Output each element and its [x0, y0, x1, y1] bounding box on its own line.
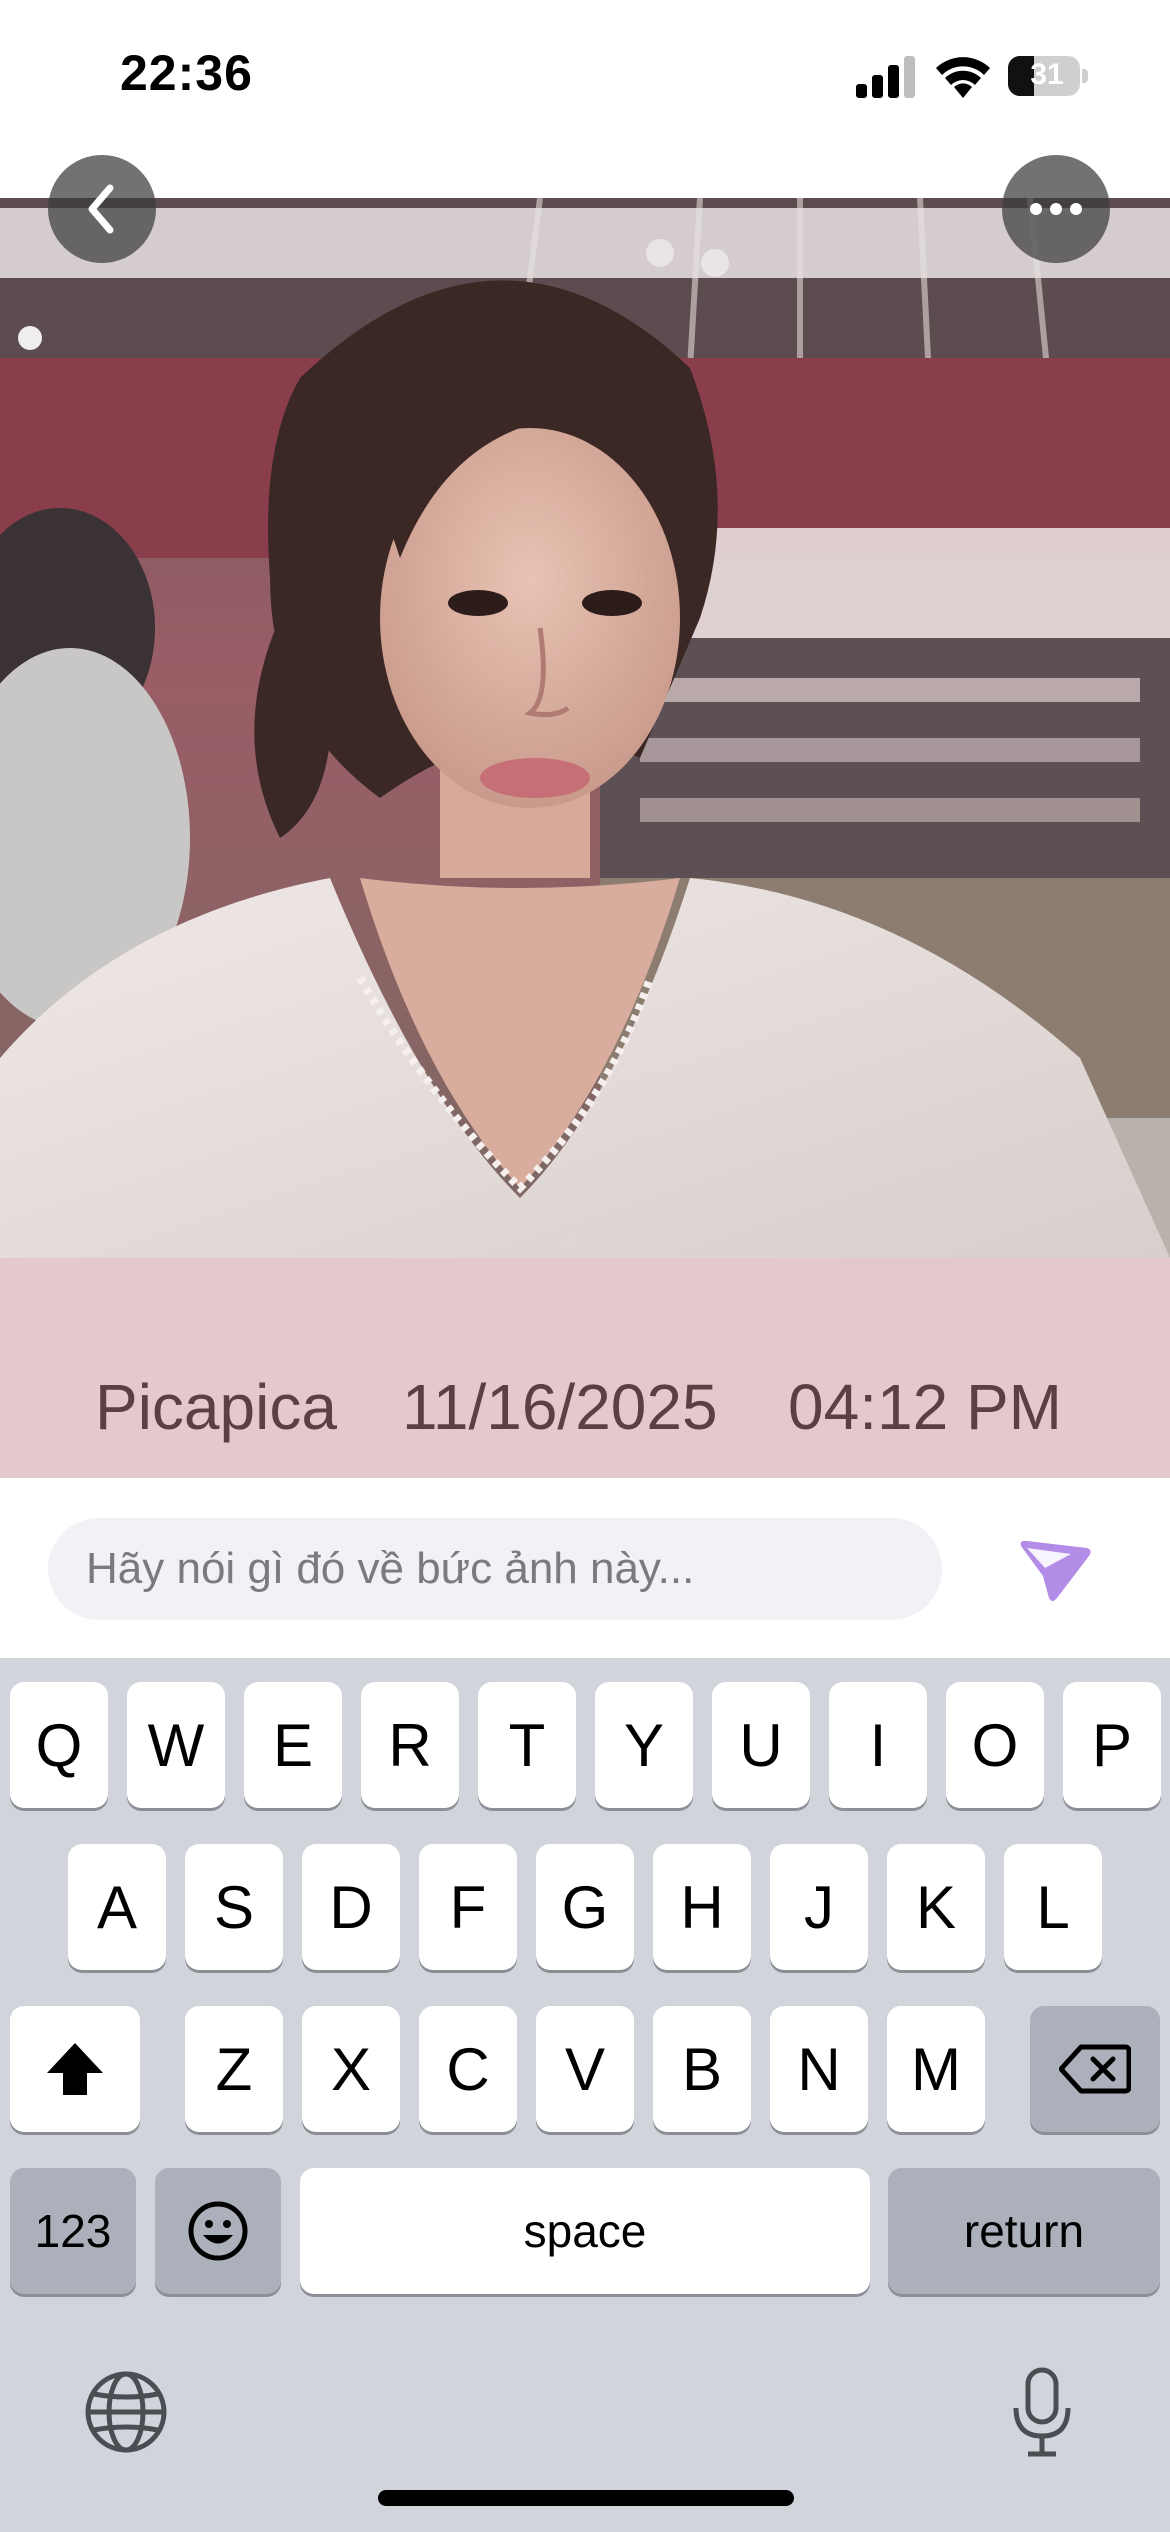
key-d[interactable]: D: [302, 1844, 400, 1970]
key-t[interactable]: T: [478, 1682, 576, 1808]
caption-date: 11/16/2025: [402, 1371, 718, 1443]
key-l[interactable]: L: [1004, 1844, 1102, 1970]
key-r[interactable]: R: [361, 1682, 459, 1808]
key-f[interactable]: F: [419, 1844, 517, 1970]
chevron-left-icon: [88, 184, 114, 234]
shift-icon: [47, 2043, 103, 2095]
photo-caption-strip: [0, 1258, 1170, 1478]
caption-time: 04:12 PM: [788, 1371, 1062, 1443]
key-h[interactable]: H: [653, 1844, 751, 1970]
dictation-button[interactable]: [1000, 2364, 1084, 2460]
key-n[interactable]: N: [770, 2006, 868, 2132]
home-indicator: [378, 2490, 794, 2506]
key-e[interactable]: E: [244, 1682, 342, 1808]
globe-icon: [85, 2371, 167, 2453]
space-key[interactable]: space: [300, 2168, 870, 2294]
shift-key[interactable]: [10, 2006, 140, 2132]
return-key[interactable]: return: [888, 2168, 1160, 2294]
comment-input[interactable]: [48, 1518, 942, 1620]
key-m[interactable]: M: [887, 2006, 985, 2132]
battery-icon: 31: [1008, 56, 1088, 96]
cellular-signal-icon: [856, 56, 915, 98]
caption-brand: Picapica: [95, 1371, 337, 1443]
status-bar: 22:36 31: [0, 0, 1170, 155]
globe-button[interactable]: [82, 2368, 170, 2456]
ellipsis-icon: [1030, 203, 1082, 215]
send-icon: [1020, 1540, 1091, 1601]
key-q[interactable]: Q: [10, 1682, 108, 1808]
key-v[interactable]: V: [536, 2006, 634, 2132]
send-button[interactable]: [1010, 1530, 1100, 1610]
key-o[interactable]: O: [946, 1682, 1044, 1808]
photo-image: SAINT·H: [0, 198, 1170, 1258]
backspace-key[interactable]: [1030, 2006, 1160, 2132]
keyboard: Q W E R T Y U I O P A S D F G H J K L Z …: [0, 1658, 1170, 2532]
key-s[interactable]: S: [185, 1844, 283, 1970]
key-b[interactable]: B: [653, 2006, 751, 2132]
key-c[interactable]: C: [419, 2006, 517, 2132]
emoji-icon: [188, 2201, 248, 2261]
battery-level: 31: [1030, 58, 1064, 91]
back-button[interactable]: [48, 155, 156, 263]
more-options-button[interactable]: [1002, 155, 1110, 263]
wifi-icon: [936, 57, 990, 98]
key-p[interactable]: P: [1063, 1682, 1161, 1808]
microphone-icon: [1013, 2367, 1071, 2457]
key-i[interactable]: I: [829, 1682, 927, 1808]
emoji-key[interactable]: [155, 2168, 281, 2294]
key-u[interactable]: U: [712, 1682, 810, 1808]
numbers-key[interactable]: 123: [10, 2168, 136, 2294]
key-a[interactable]: A: [68, 1844, 166, 1970]
key-g[interactable]: G: [536, 1844, 634, 1970]
key-z[interactable]: Z: [185, 2006, 283, 2132]
status-time: 22:36: [120, 45, 253, 101]
key-y[interactable]: Y: [595, 1682, 693, 1808]
backspace-icon: [1059, 2044, 1131, 2094]
key-x[interactable]: X: [302, 2006, 400, 2132]
key-j[interactable]: J: [770, 1844, 868, 1970]
key-w[interactable]: W: [127, 1682, 225, 1808]
key-k[interactable]: K: [887, 1844, 985, 1970]
